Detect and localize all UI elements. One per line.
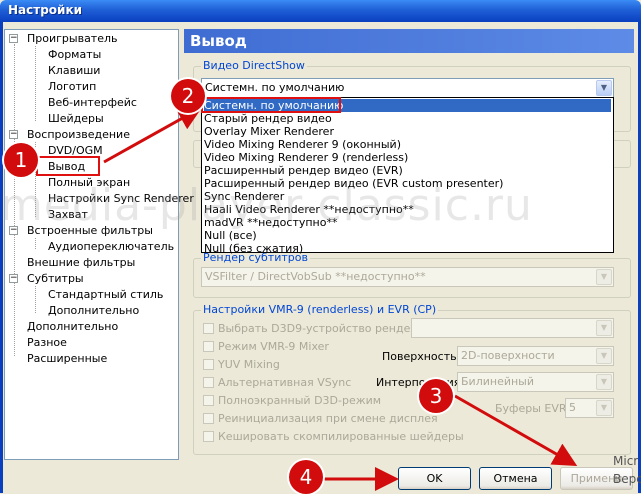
arrow-line: [454, 394, 578, 466]
annotation-badge-2: 2: [171, 79, 205, 113]
corner-text: Bepc: [613, 472, 641, 486]
arrow-line: [103, 107, 203, 164]
annotation-badge-1: 1: [4, 143, 38, 177]
annotation-badge-4: 4: [289, 460, 323, 494]
annotation-badge-3: 3: [419, 379, 453, 413]
corner-text: Micr: [613, 454, 639, 468]
annotation-arrows: [103, 107, 578, 491]
